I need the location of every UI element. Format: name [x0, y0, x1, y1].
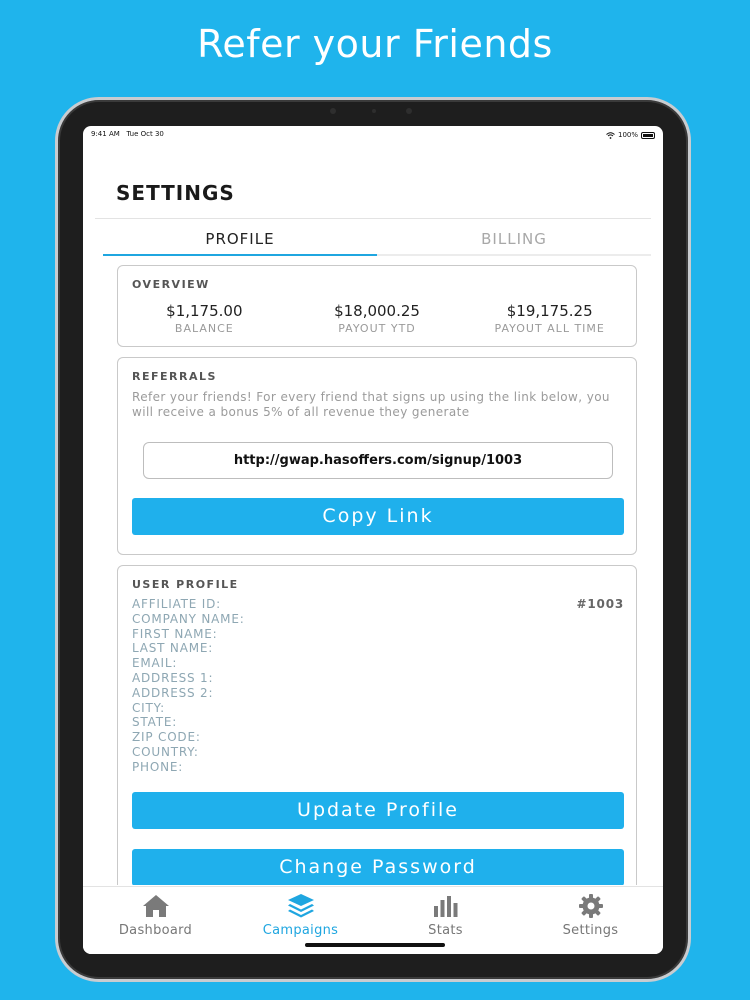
referrals-card: REFERRALS Refer your friends! For every … — [117, 357, 637, 555]
tabbar-label: Dashboard — [118, 923, 193, 938]
field-label: FIRST NAME: — [132, 626, 218, 641]
field-zip-code: ZIP CODE: — [132, 730, 624, 745]
field-address-1: ADDRESS 1: — [132, 671, 624, 686]
overview-card: OVERVIEW $1,175.00 BALANCE $18,000.25 PA… — [117, 265, 637, 347]
stat-label: BALANCE — [174, 322, 234, 335]
camera-icon — [372, 109, 376, 113]
gear-icon — [578, 894, 603, 918]
battery-icon — [641, 131, 655, 139]
field-first-name: FIRST NAME: — [132, 627, 624, 642]
field-label: LAST NAME: — [132, 641, 214, 656]
stat-label: PAYOUT YTD — [338, 322, 416, 335]
user-profile-card: USER PROFILE AFFILIATE ID: #1003 COMPANY… — [117, 565, 637, 885]
tab-billing[interactable]: BILLING — [377, 226, 651, 256]
field-label: ZIP CODE: — [132, 730, 201, 745]
referrals-description: Refer your friends! For every friend tha… — [132, 390, 610, 419]
stat-payout-ytd: $18,000.25 PAYOUT YTD — [291, 302, 464, 335]
referral-link-field[interactable]: http://gwap.hasoffers.com/signup/1003 — [143, 442, 613, 479]
wifi-icon — [606, 131, 615, 139]
settings-tabs: PROFILE BILLING — [103, 226, 651, 256]
field-city: CITY: — [132, 701, 624, 716]
referrals-title: REFERRALS — [132, 370, 217, 383]
field-label: PHONE: — [132, 759, 184, 774]
tab-profile[interactable]: PROFILE — [103, 226, 377, 256]
stat-label: PAYOUT ALL TIME — [494, 322, 605, 335]
stat-payout-all-time: $19,175.25 PAYOUT ALL TIME — [463, 302, 636, 335]
status-time: 9:41 AM — [91, 130, 120, 138]
status-bar: 9:41 AM Tue Oct 30 100% — [83, 126, 663, 140]
layers-icon — [287, 894, 314, 918]
user-profile-title: USER PROFILE — [132, 578, 239, 591]
field-label: AFFILIATE ID: — [132, 597, 222, 611]
overview-title: OVERVIEW — [132, 278, 210, 291]
sensor-dot — [330, 108, 336, 114]
stat-balance: $1,175.00 BALANCE — [118, 302, 291, 335]
field-country: COUNTRY: — [132, 745, 624, 760]
field-affiliate-id: AFFILIATE ID: #1003 — [132, 597, 624, 612]
field-email: EMAIL: — [132, 656, 624, 671]
field-label: EMAIL: — [132, 656, 178, 671]
profile-fields: AFFILIATE ID: #1003 COMPANY NAME: FIRST … — [132, 597, 624, 775]
field-label: COMPANY NAME: — [132, 611, 245, 626]
page-title: SETTINGS — [116, 181, 235, 205]
settings-content[interactable]: OVERVIEW $1,175.00 BALANCE $18,000.25 PA… — [117, 265, 637, 885]
tabbar-settings[interactable]: Settings — [518, 887, 663, 954]
sensor-dot — [406, 108, 412, 114]
tabbar-label: Stats — [428, 923, 463, 938]
tabbar-label: Settings — [562, 923, 619, 938]
field-label: STATE: — [132, 715, 178, 730]
field-state: STATE: — [132, 715, 624, 730]
copy-link-button[interactable]: Copy Link — [132, 498, 624, 535]
field-label: COUNTRY: — [132, 744, 199, 759]
app-screen: 9:41 AM Tue Oct 30 100% SETTINGS PROFILE… — [83, 126, 663, 954]
field-label: ADDRESS 1: — [132, 670, 214, 685]
stat-value: $18,000.25 — [334, 302, 420, 320]
field-label: CITY: — [132, 700, 166, 715]
tablet-frame: 9:41 AM Tue Oct 30 100% SETTINGS PROFILE… — [55, 97, 691, 982]
field-address-2: ADDRESS 2: — [132, 686, 624, 701]
stat-value: $1,175.00 — [166, 302, 243, 320]
home-indicator[interactable] — [305, 943, 445, 947]
bar-chart-icon — [433, 896, 457, 917]
battery-percent: 100% — [617, 131, 638, 139]
field-last-name: LAST NAME: — [132, 641, 624, 656]
stat-value: $19,175.25 — [506, 302, 593, 320]
field-value: #1003 — [576, 597, 624, 611]
update-profile-button[interactable]: Update Profile — [132, 792, 624, 829]
field-label: ADDRESS 2: — [132, 685, 214, 700]
field-phone: PHONE: — [132, 760, 624, 775]
home-icon — [142, 895, 169, 917]
tabbar-label: Campaigns — [262, 923, 339, 938]
field-company-name: COMPANY NAME: — [132, 612, 624, 627]
change-password-button[interactable]: Change Password — [132, 849, 624, 885]
overview-stats: $1,175.00 BALANCE $18,000.25 PAYOUT YTD … — [118, 302, 636, 335]
status-date: Tue Oct 30 — [126, 130, 164, 138]
divider — [95, 218, 651, 219]
promo-headline: Refer your Friends — [197, 22, 553, 66]
tabbar-dashboard[interactable]: Dashboard — [83, 887, 228, 954]
